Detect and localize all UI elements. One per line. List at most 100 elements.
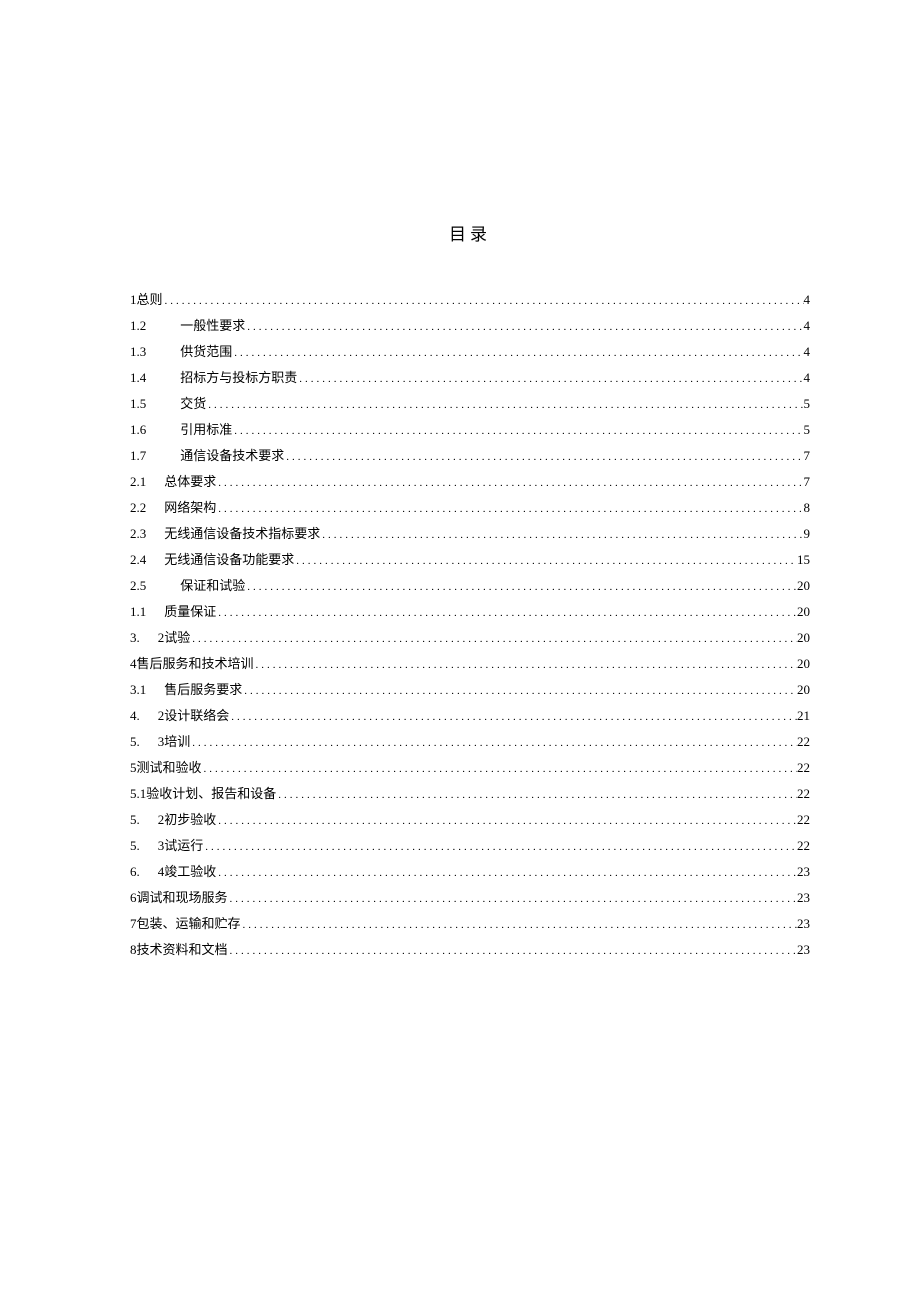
toc-page-number: 22	[797, 813, 810, 826]
toc-leader-dots	[232, 426, 803, 437]
toc-page-number: 4	[804, 319, 811, 332]
toc-page-number: 22	[797, 839, 810, 852]
toc-text: 网络架构	[164, 501, 216, 514]
toc-text: 引用标准	[180, 423, 232, 436]
toc-entry: 6.4竣工验收23	[130, 865, 810, 879]
toc-text: 总体要求	[164, 475, 216, 488]
toc-page-number: 23	[797, 917, 810, 930]
toc-page-number: 22	[797, 735, 810, 748]
toc-entry: 1.5 交货 5	[130, 397, 810, 411]
toc-text: 3试运行	[158, 839, 204, 852]
toc-page-number: 23	[797, 891, 810, 904]
toc-number: 1.7	[130, 449, 146, 462]
toc-number: 7包装、运输和贮存	[130, 917, 241, 930]
toc-entry: 1总则 4	[130, 293, 810, 307]
toc-page-number: 5	[804, 397, 811, 410]
toc-leader-dots	[190, 634, 797, 645]
toc-entry: 1.1 质量保证 20	[130, 605, 810, 619]
toc-number: 2.3	[130, 527, 146, 540]
toc-text: 3培训	[158, 735, 191, 748]
toc-number: 6.	[130, 865, 140, 878]
toc-title: 目录	[130, 220, 810, 245]
toc-text: 通信设备技术要求	[180, 449, 284, 462]
toc-entry: 2.1 总体要求 7	[130, 475, 810, 489]
toc-text: 质量保证	[164, 605, 216, 618]
toc-leader-dots	[245, 322, 803, 333]
toc-entry: 5.3试运行22	[130, 839, 810, 853]
toc-leader-dots	[216, 816, 797, 827]
toc-number: 4.	[130, 709, 140, 722]
toc-page-number: 23	[797, 943, 810, 956]
toc-leader-dots	[228, 946, 797, 957]
toc-entry: 1.3 供货范围 4	[130, 345, 810, 359]
toc-page-number: 23	[797, 865, 810, 878]
toc-page-number: 20	[797, 605, 810, 618]
toc-page-number: 7	[804, 449, 811, 462]
toc-entry: 5. 2初步验收 22	[130, 813, 810, 827]
toc-entry: 2.2网络架构 8	[130, 501, 810, 515]
toc-leader-dots	[284, 452, 803, 463]
toc-leader-dots	[190, 738, 797, 749]
toc-number: 2.5	[130, 579, 146, 592]
toc-number: 5.	[130, 735, 140, 748]
toc-number: 1.6	[130, 423, 146, 436]
toc-entry: 8技术资料和文档 23	[130, 943, 810, 957]
toc-number: 3.1	[130, 683, 146, 696]
toc-number: 1.3	[130, 345, 146, 358]
toc-page-number: 15	[797, 553, 810, 566]
toc-number: 6调试和现场服务	[130, 891, 228, 904]
toc-leader-dots	[242, 686, 797, 697]
toc-list: 1总则 41.2一般性要求 41.3供货范围 41.4招标方与投标方职责 41.…	[130, 293, 810, 957]
toc-number: 5.1验收计划、报告和设备	[130, 787, 276, 800]
toc-leader-dots	[294, 556, 797, 567]
toc-number: 1.2	[130, 319, 146, 332]
toc-page-number: 7	[804, 475, 811, 488]
toc-number: 5.	[130, 813, 140, 826]
toc-page-number: 20	[797, 683, 810, 696]
toc-number: 1.5	[130, 397, 146, 410]
toc-page-number: 21	[797, 709, 810, 722]
toc-number: 1总则	[130, 293, 163, 306]
toc-entry: 2.4无线通信设备功能要求15	[130, 553, 810, 567]
toc-text: 无线通信设备技术指标要求	[164, 527, 320, 540]
toc-leader-dots	[276, 790, 797, 801]
toc-number: 2.1	[130, 475, 146, 488]
toc-text: 2初步验收	[158, 813, 217, 826]
toc-text: 供货范围	[180, 345, 232, 358]
toc-leader-dots	[216, 478, 803, 489]
toc-page-number: 4	[804, 345, 811, 358]
toc-number: 1.1	[130, 605, 146, 618]
toc-entry: 2.3 无线通信设备技术指标要求 9	[130, 527, 810, 541]
toc-text: 保证和试验	[180, 579, 245, 592]
toc-leader-dots	[163, 296, 804, 307]
toc-entry: 2.5 保证和试验 20	[130, 579, 810, 593]
toc-leader-dots	[216, 608, 797, 619]
toc-text: 一般性要求	[180, 319, 245, 332]
toc-entry: 1.2 一般性要求 4	[130, 319, 810, 333]
toc-number: 5测试和验收	[130, 761, 202, 774]
toc-number: 8技术资料和文档	[130, 943, 228, 956]
toc-number: 4售后服务和技术培训	[130, 657, 254, 670]
toc-text: 2设计联络会	[158, 709, 230, 722]
toc-entry: 7包装、运输和贮存 23	[130, 917, 810, 931]
toc-number: 2.4	[130, 553, 146, 566]
toc-entry: 1.7 通信设备技术要求 7	[130, 449, 810, 463]
toc-leader-dots	[297, 374, 803, 385]
toc-page-number: 4	[804, 371, 811, 384]
toc-text: 2试验	[158, 631, 191, 644]
toc-leader-dots	[245, 582, 797, 593]
toc-leader-dots	[206, 400, 803, 411]
toc-entry: 5测试和验收 22	[130, 761, 810, 775]
toc-leader-dots	[232, 348, 803, 359]
toc-entry: 4. 2设计联络会 21	[130, 709, 810, 723]
toc-page-number: 4	[804, 293, 811, 306]
toc-text: 交货	[180, 397, 206, 410]
toc-leader-dots	[202, 764, 797, 775]
toc-page-number: 20	[797, 631, 810, 644]
toc-leader-dots	[216, 868, 797, 879]
toc-page-number: 5	[804, 423, 811, 436]
toc-page-number: 9	[804, 527, 811, 540]
toc-page-number: 8	[804, 501, 811, 514]
toc-page-number: 22	[797, 761, 810, 774]
toc-leader-dots	[216, 504, 803, 515]
